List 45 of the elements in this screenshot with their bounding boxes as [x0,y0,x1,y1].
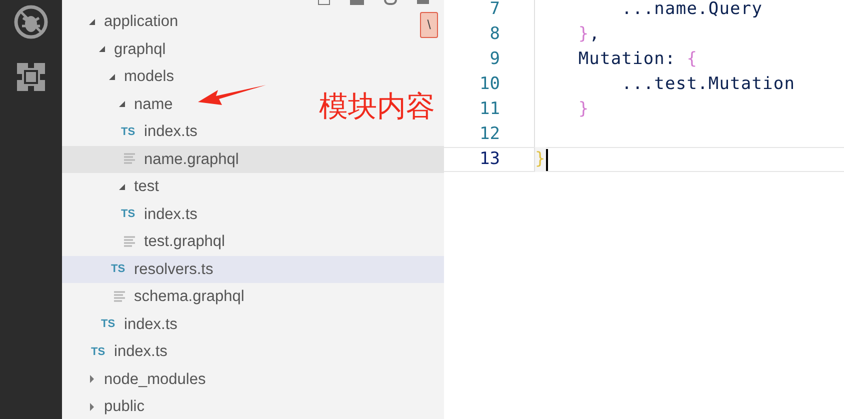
tree-item[interactable]: test.graphql [144,230,225,254]
line-number: 10 [478,72,500,96]
annotation-text: 模块内容 [319,88,435,124]
code-text: Mutation: [577,48,677,71]
brace: } [577,22,590,46]
line-number: 11 [478,98,500,121]
text-file-icon [114,290,125,303]
tree-item[interactable]: application [104,10,178,34]
new-file-icon[interactable] [318,0,330,5]
tree-item[interactable]: graphql [114,38,166,61]
line-number: 9 [488,48,500,71]
annotation-arrow [198,84,266,106]
tree-item[interactable]: public [104,395,144,418]
brace: } [535,146,546,172]
code-text: ...test.Mutation [620,72,796,96]
line-number: 12 [478,122,500,146]
tree-item[interactable]: node_modules [104,368,206,391]
typescript-file-icon: TS [101,316,117,332]
tree-item[interactable]: index.ts [144,202,198,226]
code-text: ...name.Query [620,0,763,21]
refresh-icon[interactable] [384,0,397,5]
brace: { [686,48,698,71]
typescript-file-icon: TS [111,261,127,278]
tree-item[interactable]: name [134,92,173,116]
typescript-file-icon: TS [91,344,107,360]
tree-item[interactable]: index.ts [114,340,168,364]
tree-item[interactable]: index.ts [124,312,178,336]
tag: \ [420,12,438,38]
tree-item[interactable]: test [134,175,159,198]
tree-item[interactable]: resolvers.ts [134,258,214,281]
tree-item[interactable]: schema.graphql [134,285,244,308]
typescript-file-icon: TS [121,124,137,140]
text-file-icon [124,236,135,248]
no-debug-icon[interactable] [13,4,49,40]
line-number: 8 [488,22,500,46]
line-number: 13 [478,148,500,171]
tree-item[interactable]: models [124,65,174,88]
text-cursor [546,148,548,170]
code-text: , [589,22,600,46]
tree-item[interactable]: index.ts [144,120,198,144]
brace: } [577,98,590,121]
text-file-icon [124,153,135,166]
typescript-file-icon: TS [121,206,137,222]
line-number: 7 [488,0,500,21]
extensions-icon[interactable] [16,62,46,92]
